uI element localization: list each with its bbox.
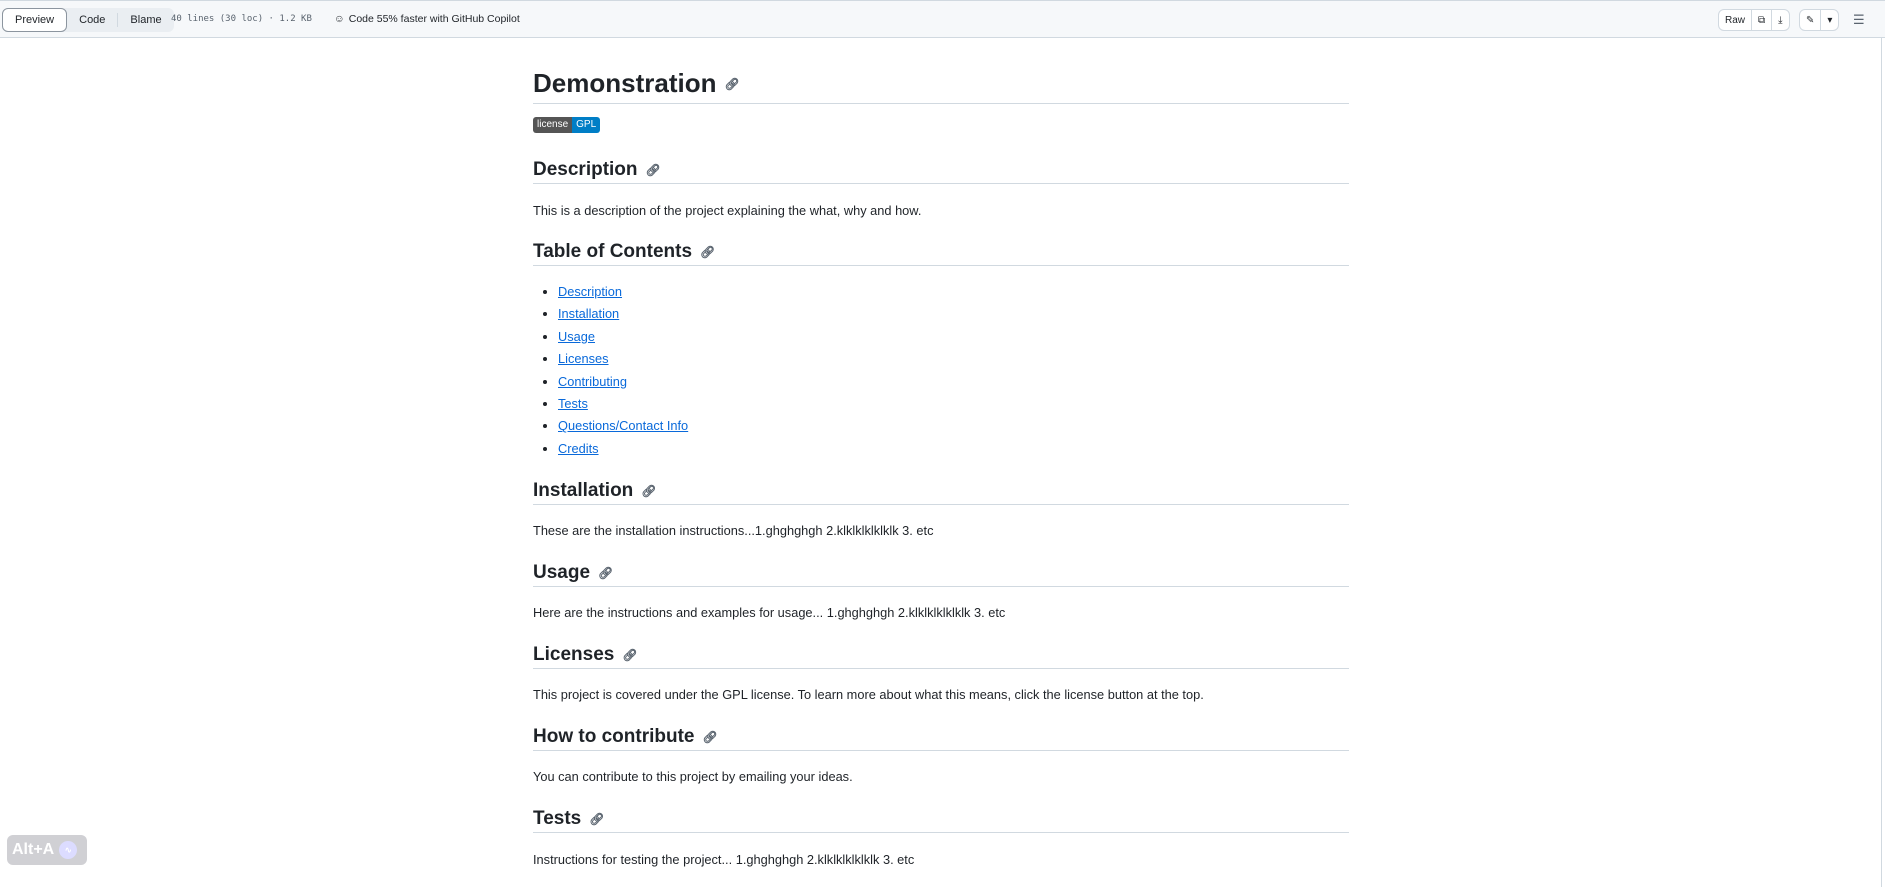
pencil-icon[interactable]: ✎ — [1800, 10, 1822, 30]
list-item: Contributing — [558, 372, 688, 394]
toc-link-installation[interactable]: Installation — [558, 306, 619, 321]
link-icon[interactable]: 🔗︎ — [700, 245, 715, 259]
heading-text: Description — [533, 158, 638, 180]
tab-preview[interactable]: Preview — [2, 8, 68, 32]
toc-link-description[interactable]: Description — [558, 284, 622, 299]
list-item: Licenses — [558, 349, 688, 371]
copilot-text: Code 55% faster with GitHub Copilot — [348, 13, 520, 25]
contribute-text: You can contribute to this project by em… — [533, 769, 853, 784]
license-badge[interactable]: license GPL — [533, 117, 601, 133]
link-icon[interactable]: 🔗︎ — [589, 812, 604, 826]
heading-licenses: Licenses 🔗︎ — [533, 641, 1349, 669]
link-icon[interactable]: 🔗︎ — [702, 730, 717, 744]
toc-link-licenses[interactable]: Licenses — [558, 351, 609, 366]
copilot-icon: ☺ — [334, 13, 345, 25]
heading-usage: Usage 🔗︎ — [533, 559, 1349, 587]
download-icon[interactable]: ⤓ — [1772, 10, 1788, 30]
list-item: Credits — [558, 439, 688, 461]
toc-link-contributing[interactable]: Contributing — [558, 374, 627, 389]
file-toolbar: Preview Code Blame 40 lines (30 loc) · 1… — [0, 0, 1885, 38]
badge-label: license — [533, 117, 573, 133]
link-icon[interactable]: 🔗︎ — [641, 484, 656, 498]
title-text: Demonstration — [533, 68, 717, 98]
waveform-icon: ∿ — [59, 841, 78, 859]
heading-text: How to contribute — [533, 725, 695, 747]
tab-blame[interactable]: Blame — [118, 9, 173, 31]
link-icon[interactable]: 🔗︎ — [724, 77, 739, 91]
heading-text: Table of Contents — [533, 240, 693, 262]
list-item: Tests — [558, 394, 688, 416]
edit-actions: ✎ ▾ — [1799, 9, 1840, 31]
outline-icon[interactable]: ☰ — [1853, 12, 1865, 28]
chevron-down-icon[interactable]: ▾ — [1821, 10, 1838, 30]
usage-text: Here are the instructions and examples f… — [533, 605, 1006, 620]
heading-installation: Installation 🔗︎ — [533, 477, 1349, 505]
heading-description: Description 🔗︎ — [533, 156, 1349, 184]
copy-icon[interactable]: ⧉ — [1752, 10, 1773, 30]
list-item: Description — [558, 282, 688, 304]
description-text: This is a description of the project exp… — [533, 203, 922, 218]
heading-tests: Tests 🔗︎ — [533, 805, 1349, 833]
toc-list: Description Installation Usage Licenses … — [558, 282, 688, 461]
file-meta: 40 lines (30 loc) · 1.2 KB — [171, 14, 312, 24]
heading-text: Installation — [533, 479, 634, 501]
toc-link-usage[interactable]: Usage — [558, 329, 595, 344]
panel-border — [1881, 38, 1882, 887]
link-icon[interactable]: 🔗︎ — [646, 163, 661, 177]
installation-text: These are the installation instructions.… — [533, 523, 934, 538]
tab-code[interactable]: Code — [67, 9, 117, 31]
list-item: Usage — [558, 327, 688, 349]
link-icon[interactable]: 🔗︎ — [598, 566, 613, 580]
toc-link-tests[interactable]: Tests — [558, 396, 588, 411]
raw-actions: Raw ⧉ ⤓ — [1718, 9, 1790, 31]
view-mode-switch: Preview Code Blame — [2, 8, 174, 32]
shortcut-label: Alt+A — [12, 841, 55, 858]
heading-contribute: How to contribute 🔗︎ — [533, 723, 1349, 751]
toc-link-questions[interactable]: Questions/Contact Info — [558, 418, 688, 433]
heading-toc: Table of Contents 🔗︎ — [533, 238, 1349, 266]
licenses-text: This project is covered under the GPL li… — [533, 687, 1204, 702]
badge-value: GPL — [572, 117, 601, 133]
list-item: Installation — [558, 304, 688, 326]
shortcut-overlay[interactable]: Alt+A ∿ — [7, 835, 87, 865]
tests-text: Instructions for testing the project... … — [533, 852, 915, 867]
page-title: Demonstration 🔗︎ — [533, 64, 1349, 104]
heading-text: Usage — [533, 561, 591, 583]
link-icon[interactable]: 🔗︎ — [622, 648, 637, 662]
toc-link-credits[interactable]: Credits — [558, 441, 599, 456]
heading-text: Tests — [533, 807, 582, 829]
list-item: Questions/Contact Info — [558, 416, 688, 438]
copilot-promo[interactable]: ☺ Code 55% faster with GitHub Copilot — [334, 13, 520, 25]
raw-button[interactable]: Raw — [1719, 10, 1753, 30]
heading-text: Licenses — [533, 643, 615, 665]
